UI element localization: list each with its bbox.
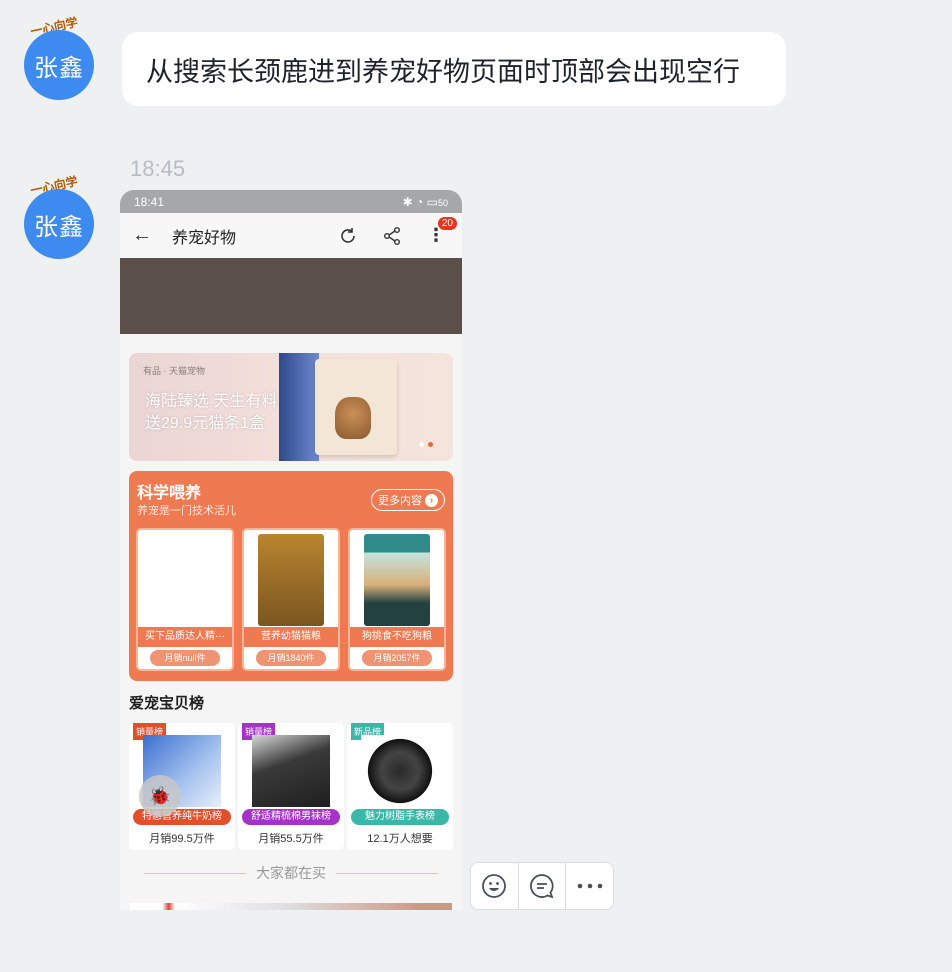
section-title: 科学喂养 <box>137 485 202 502</box>
rank-wants: 12.1万人想要 <box>367 833 433 845</box>
bug-icon[interactable]: 🐞 <box>139 775 181 817</box>
phone-title-bar: ← 养宠好物 ⋮ 20 <box>120 213 462 258</box>
banner-brand: 有品 · 天猫宠物 <box>143 366 205 376</box>
banner-curtain <box>279 353 319 461</box>
more-horizontal-icon <box>577 883 602 889</box>
product-image <box>258 534 324 626</box>
everyone-buying-divider: 大家都在买 <box>144 863 438 883</box>
more-actions-button[interactable] <box>566 863 613 909</box>
socks-box-image <box>252 735 330 807</box>
message-action-bar <box>470 862 614 910</box>
emoji-reaction-button[interactable] <box>471 863 518 909</box>
section-subtitle: 养宠是一门技术活儿 <box>137 505 236 517</box>
battery-level: 50 <box>437 197 448 208</box>
share-icon[interactable] <box>378 222 406 250</box>
banner-line-2: 送29.9元猫条1盒 <box>145 415 266 432</box>
rank-name: 魅力树脂手表榜 <box>351 809 449 825</box>
rank-sales: 月销99.5万件 <box>149 833 215 845</box>
screenshot-image-message[interactable]: 18:41 ✱ ◔ ▭50 ← 养宠好物 ⋮ 20 有品 · 天猫宠物 海陆臻选… <box>120 190 462 910</box>
back-arrow-icon[interactable]: ← <box>132 224 158 247</box>
status-icons: ✱ ◔ ▭50 <box>402 194 448 209</box>
product-name: 买下品质达人精··· <box>138 627 232 647</box>
product-card[interactable]: 营养幼猫猫粮 月销1840件 <box>242 528 340 671</box>
product-sales: 月销null件 <box>150 650 220 666</box>
watch-image <box>361 735 439 807</box>
rank-sales: 月销55.5万件 <box>258 833 324 845</box>
product-card[interactable]: 狗挑食不吃狗粮 月销2057件 <box>348 528 446 671</box>
ranking-card[interactable]: 新品榜 魅力树脂手表榜 12.1万人想要 <box>347 723 453 850</box>
phone-status-bar: 18:41 ✱ ◔ ▭50 <box>120 190 462 213</box>
science-feeding-section: 科学喂养 养宠是一门技术活儿 更多内容 › 买下品质达人精··· 月销null件 … <box>129 471 453 681</box>
product-image <box>152 534 218 626</box>
chevron-right-icon: › <box>425 493 438 507</box>
avatar-name: 张鑫 <box>24 30 94 100</box>
empty-top-row <box>120 258 462 334</box>
status-time: 18:41 <box>134 194 165 209</box>
notification-badge: 20 <box>437 217 457 230</box>
page-title: 养宠好物 <box>172 229 237 247</box>
refresh-icon[interactable] <box>334 222 362 250</box>
divider-line <box>336 872 438 874</box>
product-card[interactable]: 买下品质达人精··· 月销null件 <box>136 528 234 671</box>
product-name: 狗挑食不吃狗粮 <box>350 627 444 647</box>
divider-line <box>144 872 246 874</box>
carousel-dots <box>419 442 433 447</box>
product-sales: 月销1840件 <box>256 650 326 666</box>
message-timestamp: 18:45 <box>130 156 186 181</box>
more-content-button[interactable]: 更多内容 › <box>371 489 445 511</box>
ranking-title: 爱宠宝贝榜 <box>129 695 205 712</box>
banner-line-1: 海陆臻选 天生有料 <box>145 393 278 410</box>
next-row-peek <box>130 903 452 910</box>
message-bubble[interactable]: 从搜索长颈鹿进到养宠好物页面时顶部会出现空行 <box>122 32 786 106</box>
cat-image <box>335 397 371 439</box>
everyone-buying-label: 大家都在买 <box>256 865 326 881</box>
avatar-name: 张鑫 <box>24 189 94 259</box>
ranking-card[interactable]: 销量榜 舒适精梳棉男袜榜 月销55.5万件 <box>238 723 344 850</box>
comment-icon <box>530 874 554 899</box>
promo-banner[interactable]: 有品 · 天猫宠物 海陆臻选 天生有料 送29.9元猫条1盒 <box>129 353 453 461</box>
product-sales: 月销2057件 <box>362 650 432 666</box>
avatar-2[interactable]: 一心向学 张鑫 <box>18 174 110 265</box>
reply-button[interactable] <box>518 863 566 909</box>
emoji-icon <box>482 874 507 898</box>
product-name: 营养幼猫猫粮 <box>244 627 338 647</box>
more-label: 更多内容 <box>378 495 422 507</box>
rank-name: 舒适精梳棉男袜榜 <box>242 809 340 825</box>
avatar-1[interactable]: 一心向学 张鑫 <box>18 15 110 106</box>
product-image <box>364 534 430 626</box>
